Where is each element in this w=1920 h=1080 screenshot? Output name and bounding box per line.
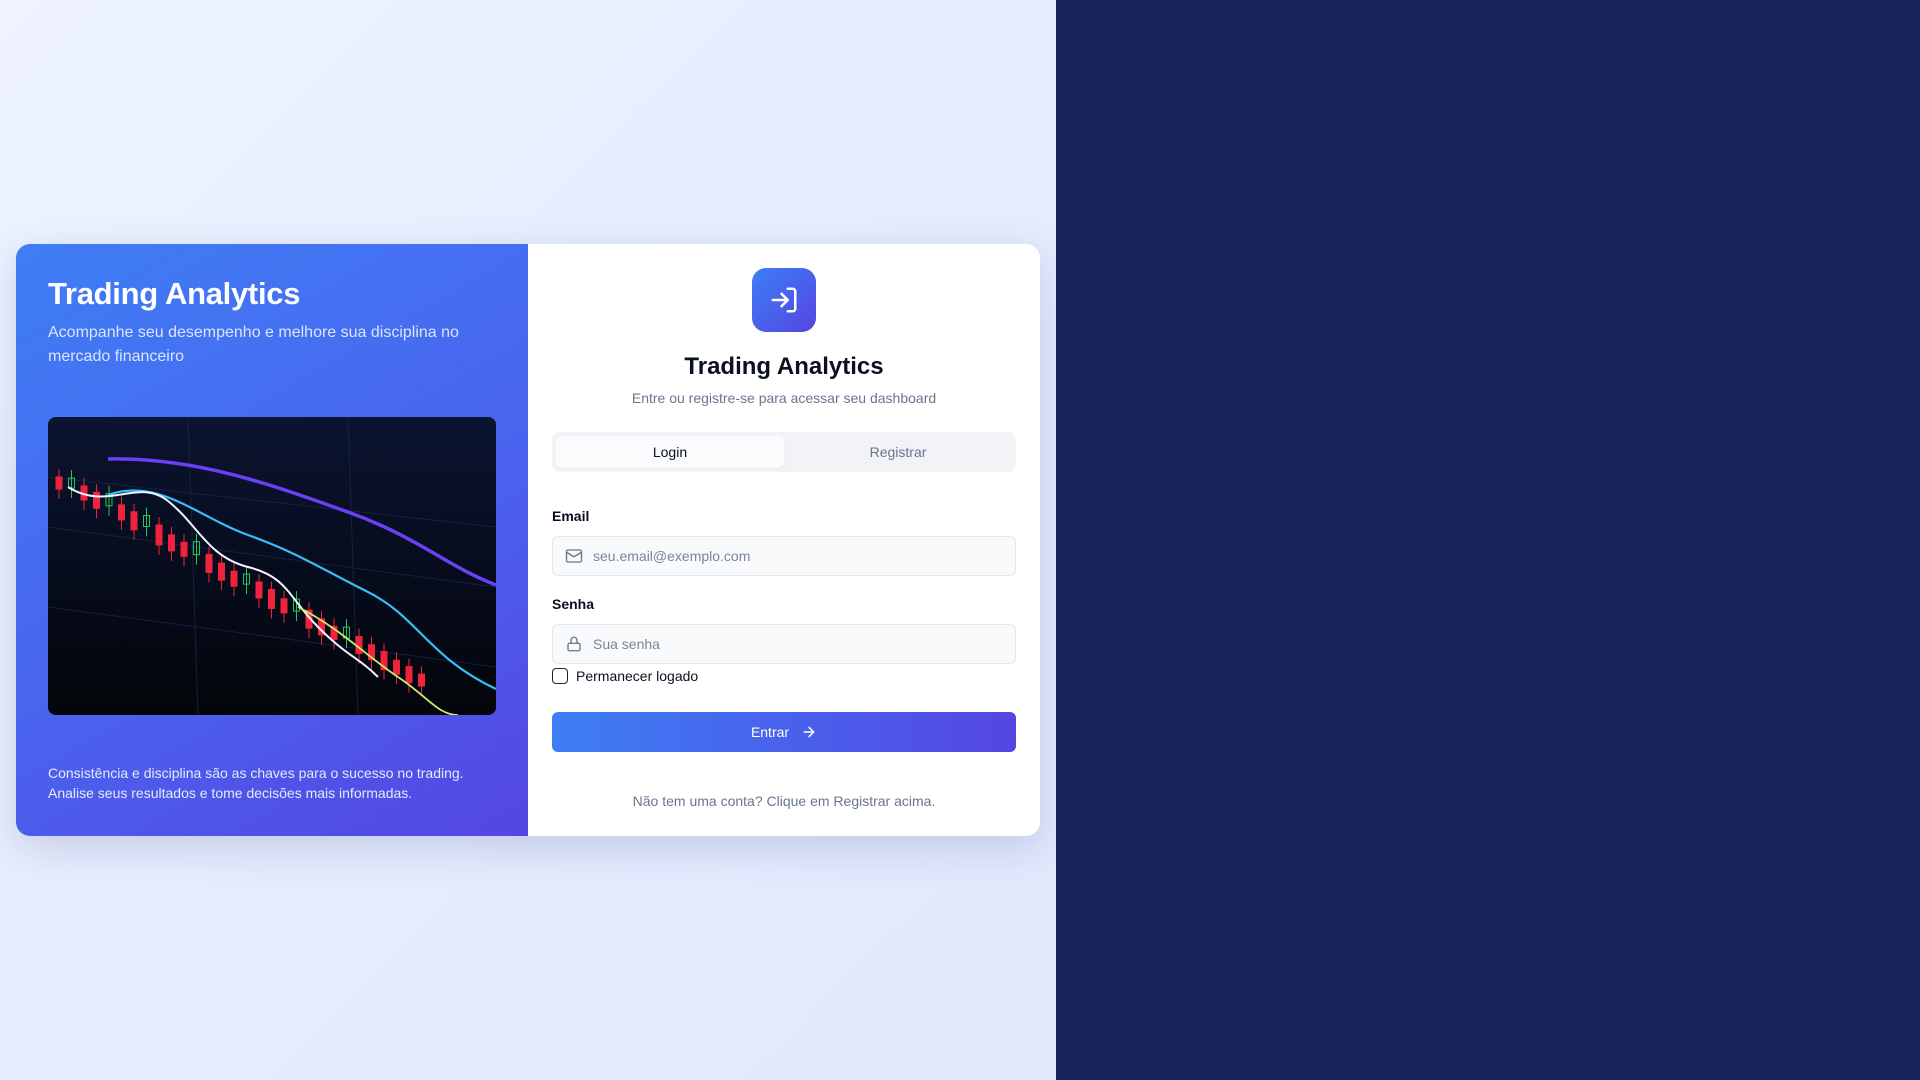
remember-checkbox[interactable] [552, 668, 568, 684]
candle-body [118, 504, 125, 521]
candle-body [280, 598, 288, 614]
tab-register[interactable]: Registrar [784, 436, 1012, 468]
candle-body [168, 534, 175, 552]
arrow-right-icon [801, 724, 817, 740]
candle-body [93, 491, 100, 509]
hero-footer: Consistência e disciplina são as chaves … [48, 763, 508, 803]
email-input[interactable] [593, 548, 1013, 564]
mail-icon [565, 547, 583, 565]
hero-subtitle: Acompanhe seu desempenho e melhore sua d… [48, 324, 459, 365]
login-form-panel: Trading Analytics Entre ou registre-se p… [528, 244, 1040, 836]
auth-tabs: Login Registrar [552, 432, 1016, 472]
email-label: Email [552, 508, 590, 524]
remember-me[interactable]: Permanecer logado [552, 668, 698, 684]
hero-title: Trading Analytics [48, 276, 301, 311]
candle-body [155, 524, 163, 546]
candle-body [268, 589, 275, 609]
password-field[interactable] [552, 624, 1016, 664]
form-subtitle: Entre ou registre-se para acessar seu da… [631, 390, 937, 406]
candle-body [418, 673, 425, 687]
candlestick-chart-graphic [48, 417, 496, 715]
hero-panel: Trading Analytics Acompanhe seu desempen… [16, 244, 528, 836]
candle-body [130, 511, 138, 531]
sign-in-icon [752, 268, 816, 332]
password-input[interactable] [593, 636, 1013, 652]
submit-label: Entrar [750, 724, 790, 740]
candlestick-chart-image [48, 417, 496, 715]
candle-body [55, 476, 63, 490]
form-title: Trading Analytics [684, 353, 884, 380]
candle-body [205, 553, 213, 573]
password-label: Senha [552, 596, 595, 612]
candle-body [255, 581, 263, 599]
email-field[interactable] [552, 536, 1016, 576]
hero-footer-line-2: Analise seus resultados e tome decisões … [48, 785, 413, 801]
candle-body [218, 562, 225, 581]
register-hint: Não tem uma conta? Clique em Registrar a… [632, 793, 936, 809]
candle-body [393, 659, 400, 675]
tab-login[interactable]: Login [556, 436, 784, 468]
auth-card: Trading Analytics Acompanhe seu desempen… [16, 244, 1040, 836]
lock-icon [565, 635, 583, 653]
candle-body [230, 570, 238, 587]
remember-label: Permanecer logado [576, 668, 699, 684]
candle-body [405, 666, 413, 684]
hero-footer-line-1: Consistência e disciplina são as chaves … [48, 765, 464, 781]
candle-body [180, 541, 188, 557]
submit-button[interactable]: Entrar [552, 712, 1016, 752]
